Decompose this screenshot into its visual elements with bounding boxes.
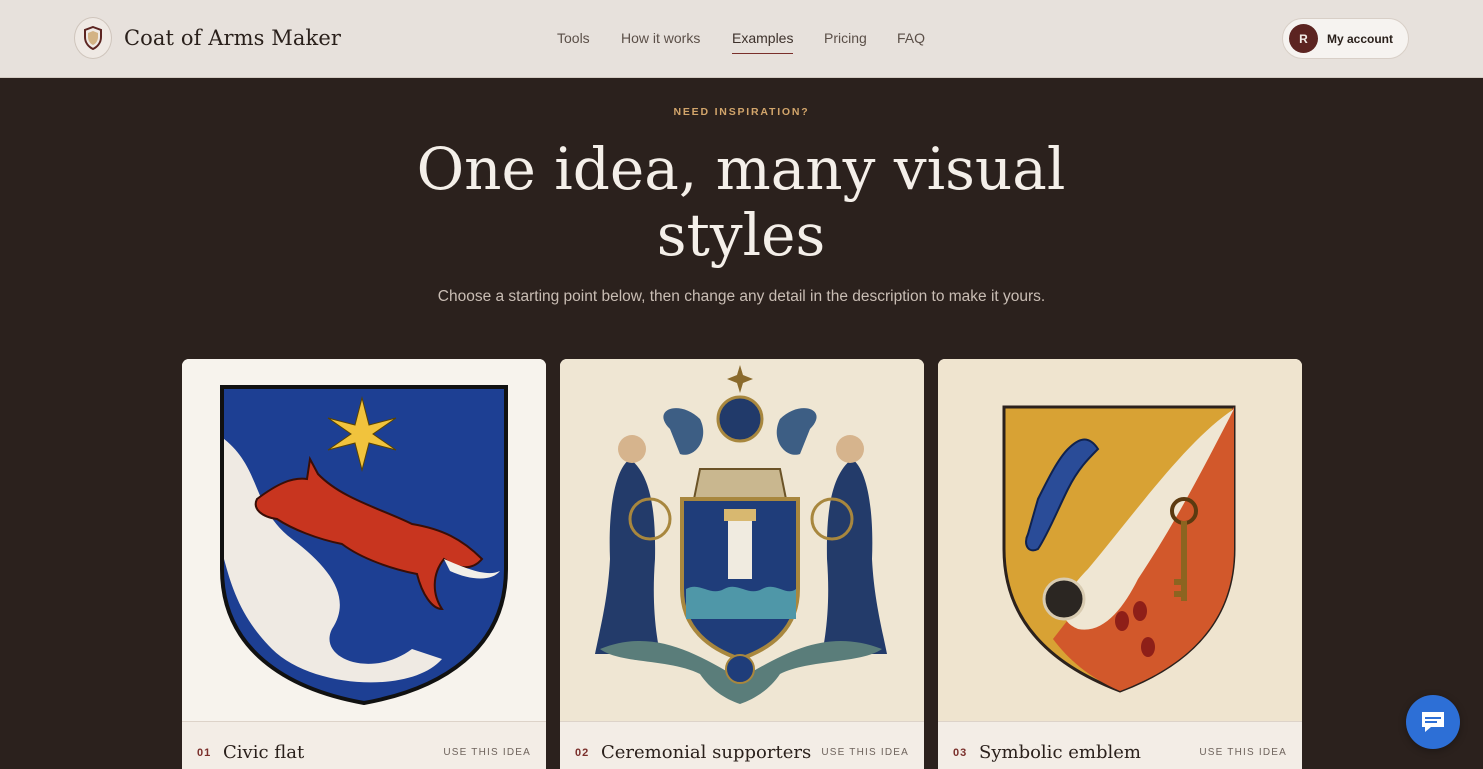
- nav-pricing[interactable]: Pricing: [824, 30, 867, 46]
- example-card-symbolic-emblem[interactable]: 03 Symbolic emblem USE THIS IDEA: [938, 359, 1302, 769]
- hero-subtitle: Choose a starting point below, then chan…: [437, 288, 1046, 305]
- civic-flat-shield-image: [182, 359, 546, 721]
- nav-tools[interactable]: Tools: [557, 30, 590, 46]
- use-this-idea-link[interactable]: USE THIS IDEA: [1199, 747, 1287, 758]
- example-card-ceremonial-supporters[interactable]: 02 Ceremonial supporters USE THIS IDEA: [560, 359, 924, 769]
- my-account-button[interactable]: R My account: [1282, 18, 1409, 59]
- hero-title: One idea, many visual styles: [416, 135, 1066, 269]
- ceremonial-supporters-image: [560, 359, 924, 721]
- card-title: Civic flat: [223, 742, 305, 763]
- card-footer: 02 Ceremonial supporters USE THIS IDEA: [560, 721, 924, 769]
- card-number: 01: [197, 747, 212, 759]
- card-number: 02: [575, 747, 590, 759]
- card-footer: 01 Civic flat USE THIS IDEA: [182, 721, 546, 769]
- symbolic-emblem-image: [938, 359, 1302, 721]
- nav-faq[interactable]: FAQ: [897, 30, 925, 46]
- card-title: Ceremonial supporters: [601, 742, 812, 763]
- card-number: 03: [953, 747, 968, 759]
- example-card-civic-flat[interactable]: 01 Civic flat USE THIS IDEA: [182, 359, 546, 769]
- chat-bubble-icon: [1422, 712, 1444, 732]
- site-header: Coat of Arms Maker Tools How it works Ex…: [0, 0, 1483, 78]
- brand-name: Coat of Arms Maker: [124, 26, 342, 50]
- use-this-idea-link[interactable]: USE THIS IDEA: [443, 747, 531, 758]
- nav-examples[interactable]: Examples: [732, 30, 794, 54]
- use-this-idea-link[interactable]: USE THIS IDEA: [821, 747, 909, 758]
- card-title: Symbolic emblem: [979, 742, 1141, 763]
- card-footer: 03 Symbolic emblem USE THIS IDEA: [938, 721, 1302, 769]
- nav-how-it-works[interactable]: How it works: [621, 30, 700, 46]
- avatar: R: [1289, 24, 1318, 53]
- account-label: My account: [1327, 31, 1394, 46]
- shield-logo-icon: [74, 17, 112, 59]
- hero-eyebrow: NEED INSPIRATION?: [673, 106, 810, 118]
- chat-button[interactable]: [1406, 695, 1460, 749]
- brand-logo[interactable]: Coat of Arms Maker: [74, 17, 341, 59]
